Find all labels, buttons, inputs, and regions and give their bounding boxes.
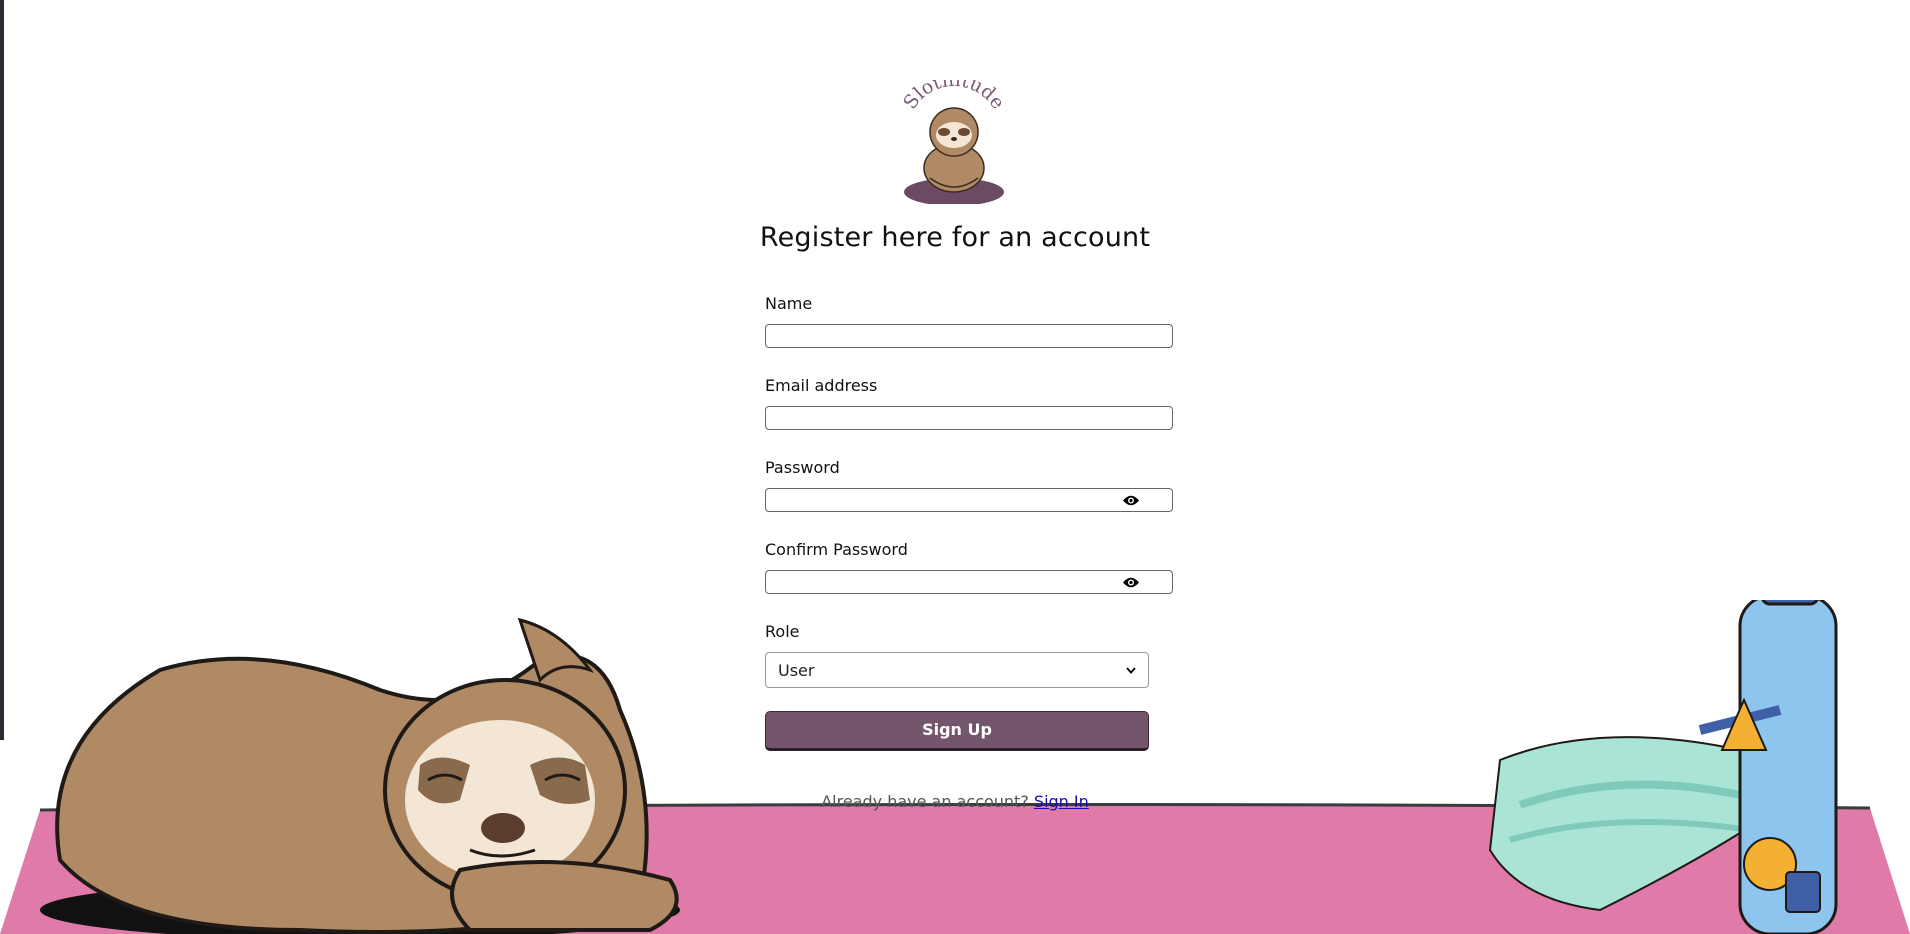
slothitude-logo: Slothitude [899, 80, 1009, 204]
name-label: Name [765, 294, 813, 313]
email-input[interactable] [765, 406, 1173, 430]
yoga-mat-scene [0, 600, 1910, 934]
confirm-password-field [765, 570, 1175, 596]
sign-in-link[interactable]: Sign In [1034, 792, 1089, 811]
password-input[interactable] [765, 488, 1173, 512]
signin-prompt-text: Already have an account? [821, 792, 1029, 811]
page-title: Register here for an account [759, 222, 1151, 253]
name-input[interactable] [765, 324, 1173, 348]
eye-icon[interactable] [1122, 576, 1140, 589]
confirm-password-label: Confirm Password [765, 540, 908, 559]
password-label: Password [765, 458, 840, 477]
confirm-password-input[interactable] [765, 570, 1173, 594]
password-field [765, 488, 1175, 514]
sleeping-sloth-illustration [40, 617, 680, 934]
email-label: Email address [765, 376, 878, 395]
eye-icon[interactable] [1122, 494, 1140, 507]
signin-prompt: Already have an account? Sign In [0, 792, 1910, 811]
